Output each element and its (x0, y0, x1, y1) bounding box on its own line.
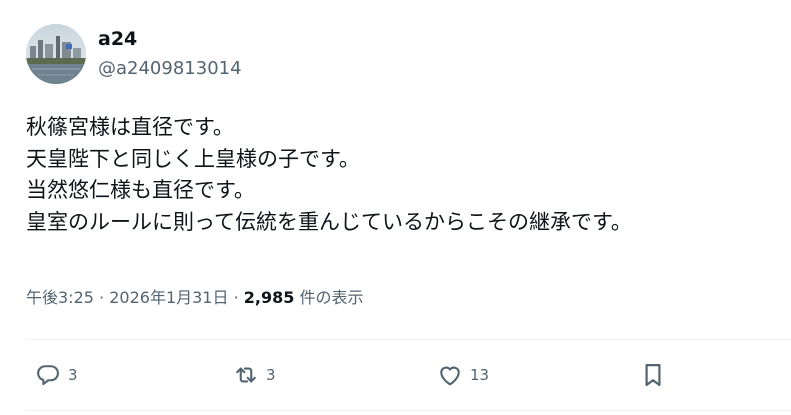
tweet-line: 天皇陛下と同じく上皇様の子です。 (26, 146, 360, 171)
tweet-line: 当然悠仁様も直径です。 (26, 178, 255, 202)
tweet-text: 秋篠宮様は直径です。 天皇陛下と同じく上皇様の子です。 当然悠仁様も直径です。 … (26, 112, 776, 238)
views-count[interactable]: 2,985 (244, 288, 295, 307)
tweet-time[interactable]: 午後3:25 (26, 288, 94, 307)
avatar[interactable] (26, 24, 86, 84)
reply-button[interactable]: 3 (34, 360, 78, 390)
retweet-button[interactable]: 3 (232, 360, 276, 390)
divider (26, 410, 791, 411)
like-button[interactable]: 13 (436, 360, 489, 390)
tweet-meta: 午後3:25 · 2026年1月31日 · 2,985 件の表示 (26, 286, 363, 310)
like-count: 13 (470, 366, 490, 384)
avatar-image (26, 24, 86, 84)
views-label[interactable]: 件の表示 (294, 288, 363, 307)
reply-count: 3 (68, 366, 78, 384)
tweet-date[interactable]: 2026年1月31日 (109, 288, 228, 307)
heart-icon (436, 361, 464, 389)
meta-separator: · (99, 288, 105, 307)
divider (26, 339, 791, 340)
author-name[interactable]: a24 (98, 28, 137, 50)
meta-separator: · (233, 288, 239, 307)
tweet-line: 皇室のルールに則って伝統を重んじているからこその継承です。 (26, 209, 632, 234)
retweet-icon (232, 361, 260, 389)
retweet-count: 3 (266, 366, 276, 384)
reply-icon (34, 361, 62, 389)
bookmark-button[interactable] (639, 360, 667, 390)
tweet-line: 秋篠宮様は直径です。 (26, 115, 234, 139)
tweet: a24 @a2409813014 秋篠宮様は直径です。 天皇陛下と同じく上皇様の… (0, 0, 791, 415)
bookmark-icon (639, 361, 667, 389)
author-handle[interactable]: @a2409813014 (98, 58, 242, 80)
